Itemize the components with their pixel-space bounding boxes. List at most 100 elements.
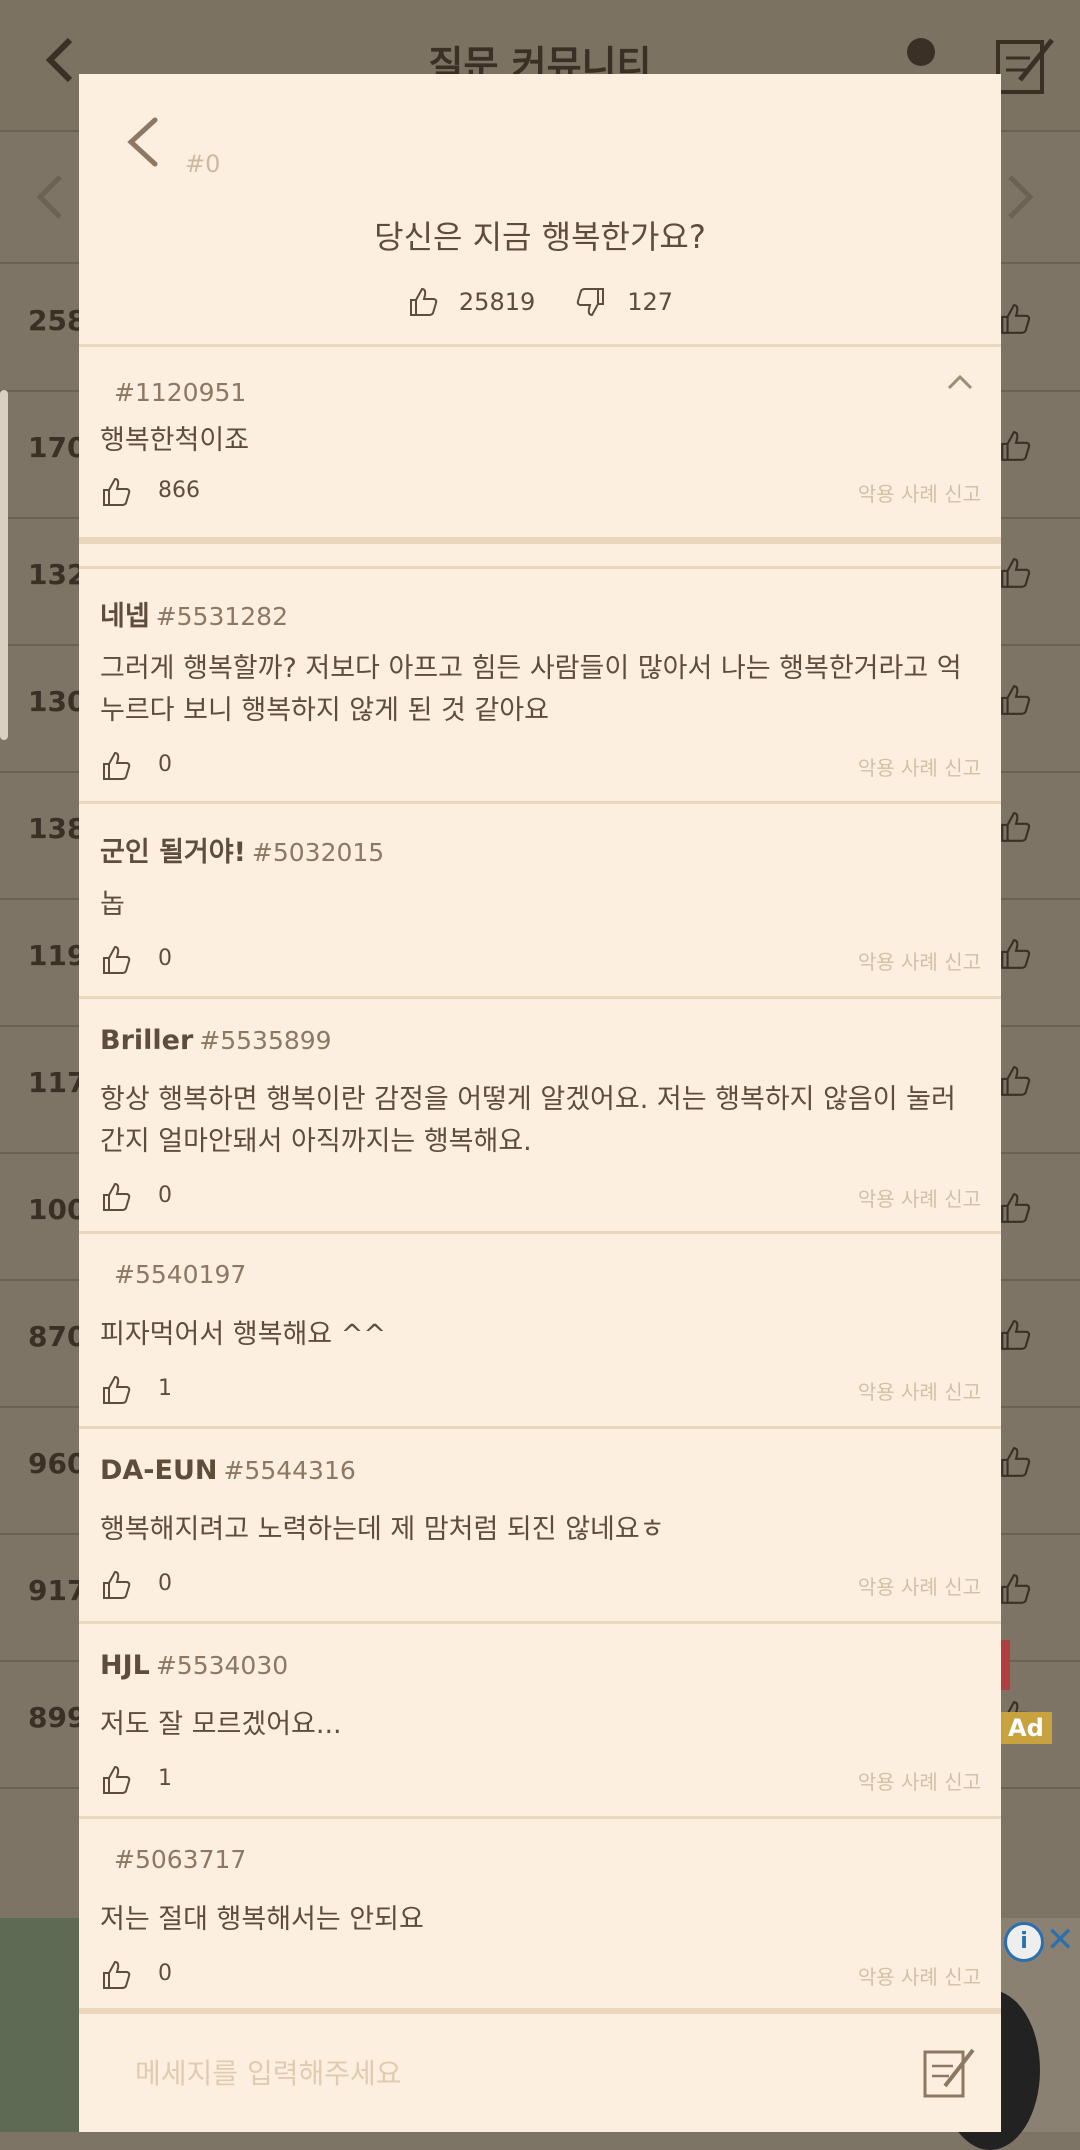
comment-hash: #5544316 [223, 1456, 356, 1485]
thumbs-up-icon[interactable] [100, 1569, 132, 1601]
pager-left-icon [36, 175, 62, 219]
report-link[interactable]: 악용 사례 신고 [858, 1571, 981, 1600]
comment-hash: #1120951 [114, 378, 247, 407]
pager-right-icon [1008, 175, 1034, 219]
like-count: 0 [158, 1183, 172, 1208]
background-row-count: 119 [28, 939, 87, 972]
background-row-count: 100 [28, 1193, 87, 1226]
divider [79, 566, 1001, 569]
background-row-count: 130 [28, 685, 87, 718]
divider [79, 1231, 1001, 1234]
divider [79, 1426, 1001, 1429]
comment-nickname[interactable]: DA-EUN [100, 1455, 217, 1486]
thumbs-up-icon [1001, 812, 1031, 842]
background-row-count: 960 [28, 1447, 87, 1480]
ad-label: Ad [1000, 1712, 1052, 1744]
thumbs-up-icon[interactable] [100, 1764, 132, 1796]
divider [79, 537, 1001, 544]
thumbs-up-icon[interactable] [100, 944, 132, 976]
thumbs-up-icon[interactable] [407, 286, 439, 318]
report-link[interactable]: 악용 사례 신고 [858, 478, 981, 507]
thumbs-up-icon [1001, 431, 1031, 461]
comment-header: DA-EUN #5544316 [100, 1455, 356, 1486]
comment-nickname[interactable]: 네넵 [100, 601, 150, 632]
ad-close-icon[interactable]: ✕ [1046, 1920, 1075, 1960]
like-count: 0 [158, 752, 172, 777]
comment-header: 네넵 #5531282 [100, 594, 288, 633]
comment-body: 저는 절대 행복해서는 안되요 [100, 1904, 424, 1935]
background-row-count: 117 [28, 1066, 87, 1099]
chevron-up-icon[interactable] [945, 372, 975, 392]
comment-header: Briller #5535899 [100, 1025, 332, 1056]
background-row-count: 138 [28, 812, 87, 845]
background-row-count: 870 [28, 1320, 87, 1353]
thumbs-up-icon[interactable] [100, 750, 132, 782]
scrollbar[interactable] [0, 390, 8, 740]
like-count: 866 [158, 478, 200, 503]
thumbs-up-icon [1001, 304, 1031, 334]
message-input[interactable] [133, 2044, 837, 2102]
thumbs-up-icon [1001, 1193, 1031, 1223]
background-row-count: 132 [28, 558, 87, 591]
comment-nickname[interactable]: HJL [100, 1650, 150, 1681]
comment-body: 행복해지려고 노력하는데 제 맘처럼 되진 않네요ㅎ [100, 1514, 665, 1545]
comments-modal: #0 당신은 지금 행복한가요? 25819 127 #1120951 행복한척… [79, 74, 1001, 2132]
background-row-count: 170 [28, 431, 87, 464]
divider [79, 1816, 1001, 1819]
like-count: 1 [158, 1766, 172, 1791]
message-footer [79, 2014, 1001, 2132]
comment-body: 행복한척이죠 [100, 425, 250, 456]
ad-info-icon[interactable]: i [1004, 1922, 1044, 1962]
comment-header: #5540197 [108, 1260, 246, 1289]
comment-hash: #5032015 [251, 838, 385, 867]
comment-hash: #5531282 [155, 602, 288, 631]
thumbs-up-icon [1001, 939, 1031, 969]
comment-hash: #5063717 [114, 1845, 247, 1874]
question-dislike-count: 127 [627, 288, 674, 316]
thumbs-down-icon[interactable] [575, 286, 607, 318]
thumbs-up-icon [1001, 1447, 1031, 1477]
thumbs-up-icon [1001, 685, 1031, 715]
report-link[interactable]: 악용 사례 신고 [858, 1183, 981, 1212]
thumbs-up-icon[interactable] [100, 1959, 132, 1991]
comment-body: 항상 행복하면 행복이란 감정을 어떻게 알겠어요. 저는 행복하지 않음이 눌… [100, 1084, 956, 1157]
thumbs-up-icon [1001, 1066, 1031, 1096]
comment-body: 그러게 행복할까? 저보다 아프고 힘든 사람들이 많아서 나는 행복한거라고 … [100, 653, 962, 726]
like-count: 0 [158, 1961, 172, 1986]
comment-hash: #5534030 [155, 1651, 289, 1680]
thumbs-up-icon[interactable] [100, 476, 132, 508]
ad-red-mark [1000, 1640, 1010, 1690]
question-votes: 25819 127 [79, 280, 1001, 324]
report-link[interactable]: 악용 사례 신고 [858, 946, 981, 975]
report-link[interactable]: 악용 사례 신고 [858, 752, 981, 781]
comment-body: 놉 [100, 889, 125, 920]
question-like-count: 25819 [458, 288, 536, 316]
report-link[interactable]: 악용 사례 신고 [858, 1766, 981, 1795]
report-link[interactable]: 악용 사례 신고 [858, 1961, 981, 1990]
divider [79, 801, 1001, 804]
comment-header: #5063717 [108, 1845, 246, 1874]
comment-body: 피자먹어서 행복해요 ^^ [100, 1319, 386, 1350]
comment-nickname[interactable]: Briller [100, 1025, 193, 1056]
comment-hash: #5535899 [199, 1026, 332, 1055]
thumbs-up-icon [1001, 558, 1031, 588]
like-count: 0 [158, 946, 172, 971]
back-icon[interactable] [117, 112, 167, 172]
report-link[interactable]: 악용 사례 신고 [858, 1376, 981, 1405]
comment-hash: #5540197 [114, 1260, 247, 1289]
question-title: 당신은 지금 행복한가요? [374, 218, 706, 256]
question-id: #0 [185, 150, 221, 178]
comment-header: HJL #5534030 [100, 1650, 288, 1681]
ad-image [0, 1918, 80, 2132]
thumbs-up-icon[interactable] [100, 1374, 132, 1406]
thumbs-up-icon[interactable] [100, 1181, 132, 1213]
comment-body: 저도 잘 모르겠어요... [100, 1709, 342, 1740]
divider [79, 996, 1001, 999]
background-row-count: 899 [28, 1701, 87, 1734]
divider [79, 1621, 1001, 1624]
like-count: 1 [158, 1376, 172, 1401]
background-row-count: 917 [28, 1574, 87, 1607]
write-icon[interactable] [919, 2042, 979, 2102]
thumbs-up-icon [1001, 1574, 1031, 1604]
comment-nickname[interactable]: 군인 될거야! [100, 837, 246, 868]
